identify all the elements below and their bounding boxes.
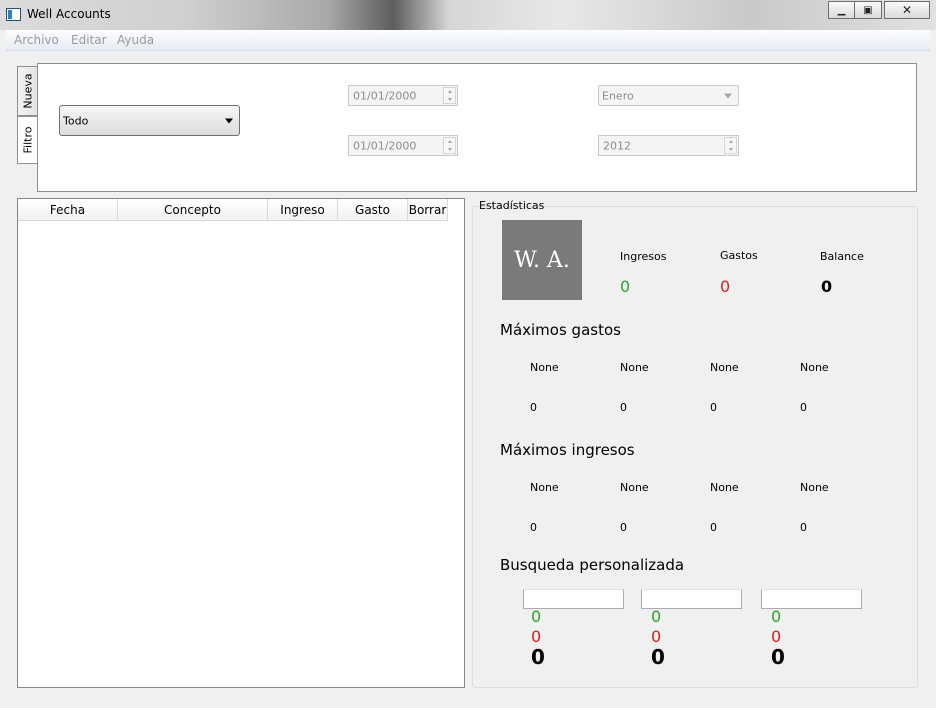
spin-up-icon[interactable]	[444, 138, 455, 146]
gastos-value: 0	[720, 277, 731, 296]
spin-down-icon[interactable]	[444, 96, 455, 104]
maximize-icon: ▣	[863, 4, 873, 16]
max-ingreso-name: None	[710, 481, 739, 494]
maximize-button[interactable]: ▣	[855, 1, 882, 19]
max-gastos-title: Máximos gastos	[500, 321, 621, 339]
ingresos-value: 0	[620, 277, 631, 296]
custom-search-title: Busqueda personalizada	[500, 556, 685, 574]
spin-up-icon[interactable]	[725, 138, 736, 146]
max-ingreso-name: None	[800, 481, 829, 494]
max-ingreso-value: 0	[800, 521, 807, 534]
max-ingreso-value: 0	[710, 521, 717, 534]
max-gasto-name: None	[620, 361, 649, 374]
menu-bar: Archivo Editar Ayuda	[6, 30, 930, 51]
max-ingreso-value: 0	[620, 521, 627, 534]
max-ingresos-title: Máximos ingresos	[500, 441, 635, 459]
spin-down-icon[interactable]	[444, 146, 455, 154]
date-from-value: 01/01/2000	[353, 89, 417, 102]
custom-balance-value: 0	[771, 645, 785, 669]
main-content: Nueva Filtro Todo 01/01/2000 01/01/2000 …	[6, 51, 930, 702]
date-to-spinner[interactable]	[443, 137, 456, 154]
custom-gasto-value: 0	[531, 627, 542, 646]
dropdown-arrow-icon	[724, 93, 732, 98]
spin-down-icon[interactable]	[725, 146, 736, 154]
custom-search-results: 0 0 0	[651, 607, 711, 667]
custom-search-input[interactable]	[523, 589, 624, 609]
tab-filtro-label: Filtro	[21, 126, 35, 154]
column-borrar[interactable]: Borrar	[408, 199, 448, 221]
title-bar: Well Accounts ▁ ▣ ✕	[0, 0, 936, 30]
year-input[interactable]: 2012	[598, 135, 739, 156]
filter-mode-value: Todo	[63, 114, 89, 127]
year-value: 2012	[603, 139, 631, 152]
spin-up-icon[interactable]	[444, 88, 455, 96]
date-from-input[interactable]: 01/01/2000	[348, 85, 458, 106]
custom-balance-value: 0	[531, 645, 545, 669]
column-ingreso[interactable]: Ingreso	[268, 199, 338, 221]
custom-gasto-value: 0	[651, 627, 662, 646]
close-button[interactable]: ✕	[884, 1, 930, 19]
month-select[interactable]: Enero	[598, 85, 739, 106]
logo: W. A.	[502, 220, 582, 300]
max-gasto-value: 0	[800, 401, 807, 414]
app-icon	[6, 8, 21, 21]
column-concepto[interactable]: Concepto	[118, 199, 268, 221]
menu-editar[interactable]: Editar	[71, 33, 107, 47]
column-gasto[interactable]: Gasto	[338, 199, 408, 221]
max-ingreso-name: None	[620, 481, 649, 494]
stats-group-title: Estadísticas	[479, 199, 545, 212]
max-gasto-value: 0	[710, 401, 717, 414]
max-ingreso-value: 0	[530, 521, 537, 534]
custom-balance-value: 0	[651, 645, 665, 669]
max-gasto-name: None	[530, 361, 559, 374]
filter-panel: Todo 01/01/2000 01/01/2000 Enero 2012	[37, 63, 917, 192]
column-fecha[interactable]: Fecha	[18, 199, 118, 221]
gastos-label: Gastos	[720, 249, 758, 262]
tab-nueva[interactable]: Nueva	[17, 66, 38, 116]
max-gasto-name: None	[710, 361, 739, 374]
dropdown-arrow-icon	[225, 118, 233, 123]
filter-mode-select[interactable]: Todo	[59, 105, 240, 136]
custom-search-results: 0 0 0	[531, 607, 591, 667]
year-spinner[interactable]	[724, 137, 737, 154]
custom-ingreso-value: 0	[651, 607, 662, 626]
date-to-value: 01/01/2000	[353, 139, 417, 152]
month-value: Enero	[602, 89, 634, 102]
balance-label: Balance	[820, 250, 864, 263]
window-title: Well Accounts	[27, 7, 111, 21]
minimize-icon: ▁	[837, 4, 846, 16]
tab-nueva-label: Nueva	[21, 73, 35, 109]
menu-archivo[interactable]: Archivo	[14, 33, 59, 47]
minimize-button[interactable]: ▁	[828, 1, 855, 19]
date-from-spinner[interactable]	[443, 87, 456, 104]
max-gasto-value: 0	[620, 401, 627, 414]
max-gasto-value: 0	[530, 401, 537, 414]
ingresos-label: Ingresos	[620, 250, 667, 263]
close-icon: ✕	[901, 3, 913, 17]
menu-ayuda[interactable]: Ayuda	[117, 33, 154, 47]
custom-ingreso-value: 0	[771, 607, 782, 626]
custom-gasto-value: 0	[771, 627, 782, 646]
custom-search-results: 0 0 0	[771, 607, 831, 667]
balance-value: 0	[821, 277, 833, 296]
custom-search-input[interactable]	[641, 589, 742, 609]
custom-search-input[interactable]	[761, 589, 862, 609]
transactions-table[interactable]: Fecha Concepto Ingreso Gasto Borrar	[17, 198, 465, 688]
custom-ingreso-value: 0	[531, 607, 542, 626]
window-controls: ▁ ▣ ✕	[828, 1, 930, 19]
max-ingreso-name: None	[530, 481, 559, 494]
date-to-input[interactable]: 01/01/2000	[348, 135, 458, 156]
max-gasto-name: None	[800, 361, 829, 374]
table-header: Fecha Concepto Ingreso Gasto Borrar	[18, 199, 448, 221]
tab-filtro[interactable]: Filtro	[17, 116, 38, 164]
